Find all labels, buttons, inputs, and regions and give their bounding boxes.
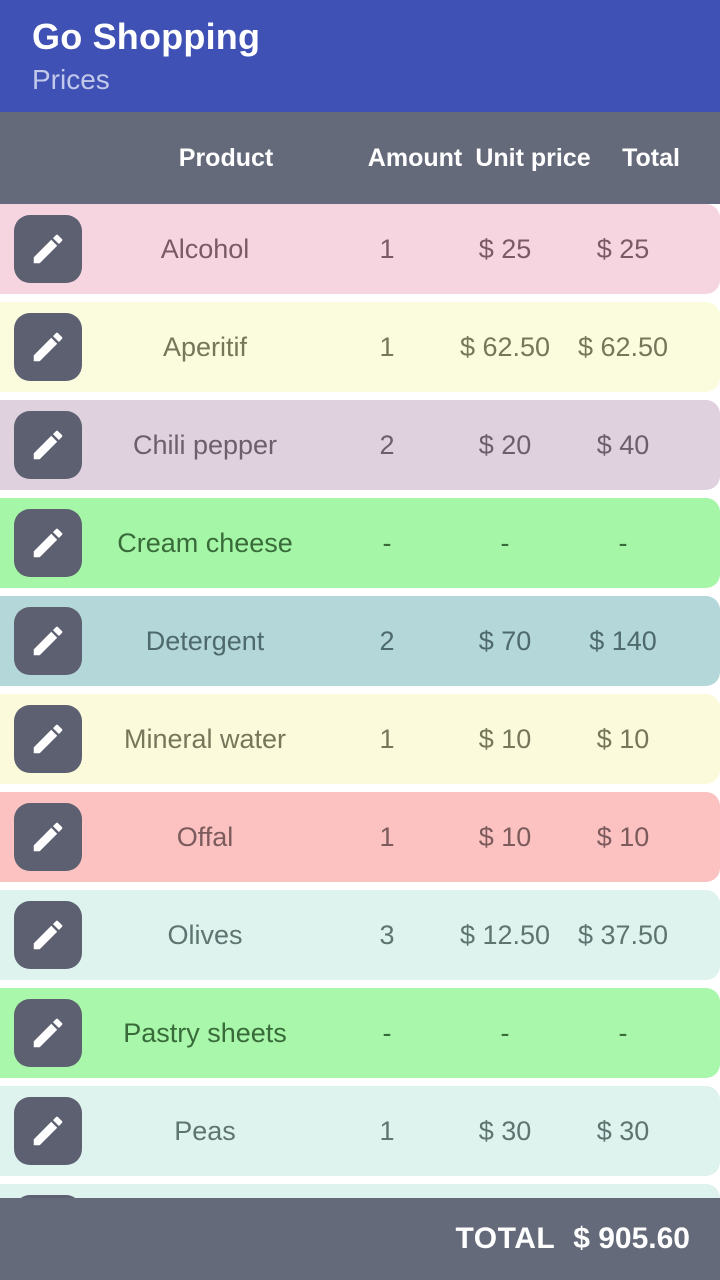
pencil-icon [29, 720, 67, 758]
edit-button[interactable] [14, 313, 82, 381]
cell-product: Mineral water [123, 723, 287, 754]
table-row[interactable]: Peas 1 $ 30 $ 30 [0, 1086, 720, 1176]
cell-amount: 1 [379, 331, 395, 362]
table-row[interactable]: Olives 3 $ 12.50 $ 37.50 [0, 890, 720, 980]
column-header-unit-price: Unit price [475, 144, 591, 172]
edit-button[interactable] [14, 411, 82, 479]
pencil-icon [29, 524, 67, 562]
edit-button[interactable] [14, 803, 82, 871]
cell-product: Peas [174, 1115, 236, 1146]
column-header-total: Total [622, 144, 680, 172]
table-row[interactable]: Cream cheese - - - [0, 498, 720, 588]
cell-product: Offal [176, 821, 234, 852]
cell-amount: 1 [379, 723, 395, 754]
table-row[interactable]: Detergent 2 $ 70 $ 140 [0, 596, 720, 686]
table-row[interactable]: Aperitif 1 $ 62.50 $ 62.50 [0, 302, 720, 392]
cell-total: $ 10 [596, 821, 650, 852]
cell-total: $ 40 [596, 429, 650, 460]
edit-button[interactable] [14, 705, 82, 773]
total-label: TOTAL [455, 1222, 556, 1255]
cell-unit-price: $ 62.50 [459, 331, 551, 362]
cell-amount: - [382, 1017, 392, 1048]
product-list[interactable]: Alcohol 1 $ 25 $ 25 Aperitif 1 $ 62.50 $ 62.50 C… [0, 204, 720, 1280]
cell-total: $ 10 [596, 723, 650, 754]
cell-unit-price: - [500, 1017, 510, 1048]
column-header-amount: Amount [367, 144, 463, 172]
cell-amount: 1 [379, 1115, 395, 1146]
cell-product: Chili pepper [132, 429, 278, 460]
table-row[interactable]: Mineral water 1 $ 10 $ 10 [0, 694, 720, 784]
cell-amount: 1 [379, 821, 395, 852]
cell-total: $ 37.50 [577, 919, 669, 950]
pencil-icon [29, 1112, 67, 1150]
cell-total: $ 25 [596, 233, 650, 264]
cell-total: $ 140 [589, 625, 657, 656]
pencil-icon [29, 916, 67, 954]
cell-product: Detergent [145, 625, 265, 656]
cell-product: Olives [167, 919, 243, 950]
pencil-icon [29, 426, 67, 464]
cell-product: Cream cheese [117, 527, 293, 558]
pencil-icon [29, 1014, 67, 1052]
table-row[interactable]: Alcohol 1 $ 25 $ 25 [0, 204, 720, 294]
app-bar: Go Shopping Prices [0, 0, 720, 112]
table-row[interactable]: Chili pepper 2 $ 20 $ 40 [0, 400, 720, 490]
table-column-headers: Product Amount Unit price Total [0, 112, 720, 204]
cell-unit-price: $ 20 [478, 429, 532, 460]
cell-total: - [618, 1017, 628, 1048]
page-title: Go Shopping [32, 16, 261, 57]
cell-amount: 2 [379, 429, 395, 460]
total-bar: TOTAL $ 905.60 [0, 1198, 720, 1280]
cell-total: $ 30 [596, 1115, 650, 1146]
cell-unit-price: $ 10 [478, 723, 532, 754]
edit-button[interactable] [14, 607, 82, 675]
cell-product: Pastry sheets [123, 1017, 287, 1048]
pencil-icon [29, 230, 67, 268]
table-row[interactable]: Pastry sheets - - - [0, 988, 720, 1078]
cell-unit-price: $ 25 [478, 233, 532, 264]
cell-unit-price: $ 10 [478, 821, 532, 852]
cell-unit-price: $ 12.50 [459, 919, 551, 950]
cell-amount: 3 [379, 919, 395, 950]
cell-unit-price: - [500, 527, 510, 558]
cell-unit-price: $ 70 [478, 625, 532, 656]
edit-button[interactable] [14, 901, 82, 969]
column-header-product: Product [178, 144, 274, 172]
pencil-icon [29, 622, 67, 660]
cell-total: $ 62.50 [577, 331, 669, 362]
total-value: $ 905.60 [573, 1222, 690, 1255]
app-root: Go Shopping Prices Product Amount Unit p… [0, 0, 720, 1280]
page-subtitle: Prices [32, 64, 110, 95]
cell-product: Alcohol [160, 233, 250, 264]
cell-amount: 1 [379, 233, 395, 264]
cell-unit-price: $ 30 [478, 1115, 532, 1146]
edit-button[interactable] [14, 1097, 82, 1165]
cell-amount: - [382, 527, 392, 558]
cell-product: Aperitif [162, 331, 248, 362]
cell-amount: 2 [379, 625, 395, 656]
pencil-icon [29, 818, 67, 856]
edit-button[interactable] [14, 509, 82, 577]
pencil-icon [29, 328, 67, 366]
edit-button[interactable] [14, 215, 82, 283]
edit-button[interactable] [14, 999, 82, 1067]
table-row[interactable]: Offal 1 $ 10 $ 10 [0, 792, 720, 882]
cell-total: - [618, 527, 628, 558]
